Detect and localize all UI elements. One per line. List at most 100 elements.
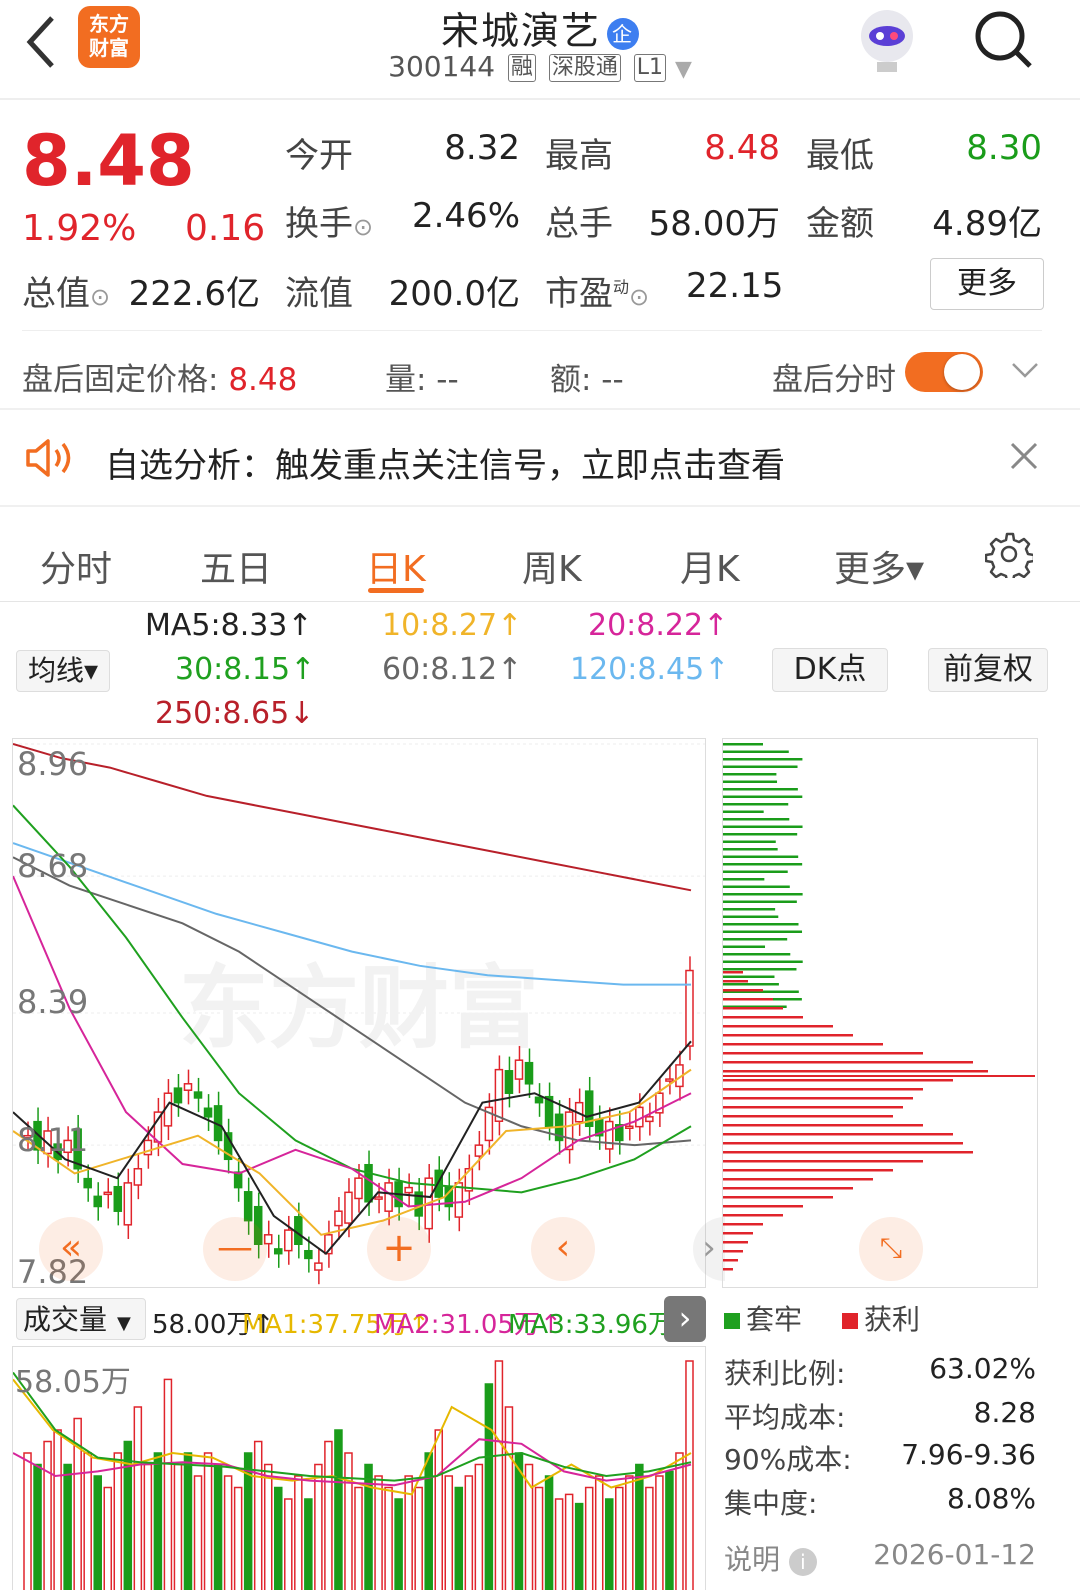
tab-monthly[interactable]: 月K <box>680 540 740 592</box>
chip-bar-profit <box>723 1034 853 1037</box>
volume-bar <box>414 1486 423 1590</box>
header-divider <box>0 98 1080 100</box>
price-axis-2: 8.39 <box>17 983 89 1021</box>
candle-body <box>103 1191 113 1196</box>
legend-trap: 套牢 <box>724 1298 802 1338</box>
dk-point-button[interactable]: DK点 <box>772 648 888 692</box>
candle-body <box>173 1087 183 1104</box>
volume-bar <box>635 1463 644 1590</box>
info-icon[interactable]: ⊙ <box>353 213 373 241</box>
note-label[interactable]: 说明 i <box>724 1538 817 1578</box>
concentration-label: 集中度: <box>724 1487 818 1520</box>
candle-body <box>364 1163 373 1203</box>
step-left-button[interactable]: ‹ <box>531 1217 595 1281</box>
open-value: 8.32 <box>444 128 520 168</box>
volume-bar <box>213 1463 223 1590</box>
chip-distribution-chart: ⤡ <box>722 738 1038 1288</box>
candle-body <box>514 1059 524 1080</box>
tab-more[interactable]: 更多▾ <box>834 540 924 592</box>
chip-bar-trap <box>723 780 778 783</box>
tab-daily[interactable]: 日K <box>366 540 426 592</box>
mktcap-value: 222.6亿 <box>128 274 260 314</box>
chip-bar-trap <box>723 975 775 978</box>
chip-bar-profit <box>723 1223 763 1226</box>
search-icon[interactable] <box>970 6 1036 72</box>
volume-bar <box>33 1463 42 1590</box>
volume-bar <box>394 1498 403 1590</box>
candle-body <box>294 1216 303 1245</box>
notice-text[interactable]: 自选分析：触发重点关注信号，立即点击查看 <box>105 438 785 487</box>
info-icon[interactable]: ⊙ <box>629 283 649 311</box>
chip-bar-trap <box>723 930 803 933</box>
candle-body <box>93 1195 102 1208</box>
expand-panel-button[interactable]: › <box>664 1296 706 1342</box>
change-amount: 0.16 <box>185 208 266 249</box>
robot-avatar-icon[interactable] <box>852 6 922 76</box>
volume-bar <box>43 1440 52 1590</box>
adjust-button[interactable]: 前复权 <box>928 648 1048 692</box>
zoom-in-button[interactable]: + <box>367 1217 431 1281</box>
chip-bar-trap <box>723 773 777 776</box>
divider <box>22 330 1042 331</box>
chip-bar-trap <box>723 750 789 753</box>
mktcap-label-text: 总值 <box>22 274 90 314</box>
note-label-text: 说明 <box>724 1543 781 1576</box>
price-axis-3: 8.11 <box>17 1121 89 1159</box>
volume-bar <box>163 1378 173 1590</box>
chip-bar-profit <box>723 1043 883 1046</box>
dropdown-icon[interactable]: ▼ <box>675 57 692 82</box>
kline-chart[interactable]: 东方财富 8.96 8.68 8.39 8.11 7.82 « — + ‹ › <box>12 738 725 1291</box>
tab-weekly[interactable]: 周K <box>522 540 582 592</box>
volume-bar <box>504 1406 514 1590</box>
chip-bar-trap <box>723 968 797 971</box>
afterhours-toggle[interactable] <box>905 352 983 392</box>
chip-bar-trap <box>723 743 763 746</box>
chip-bar-trap <box>723 840 776 843</box>
tab-5day[interactable]: 五日 <box>200 540 272 592</box>
chip-bar-trap <box>723 923 799 926</box>
volume-bar <box>374 1475 383 1590</box>
candle-body <box>344 1191 353 1224</box>
zoom-out-button[interactable]: — <box>203 1217 267 1281</box>
info-icon[interactable]: ⊙ <box>90 283 110 311</box>
rewind-button[interactable]: « <box>39 1217 103 1281</box>
ma-selector[interactable]: 均线▾ <box>16 650 110 692</box>
candle-body <box>354 1177 363 1200</box>
chip-bar-profit <box>723 1115 893 1118</box>
afterhours-price-label: 盘后固定价格: <box>22 362 229 398</box>
candle-body <box>534 1096 544 1104</box>
chip-bar-trap <box>723 908 776 911</box>
chip-bar-trap <box>723 938 788 941</box>
expand-button[interactable]: ⤡ <box>859 1217 923 1281</box>
chip-bar-trap <box>723 900 797 903</box>
avg-cost-value: 8.28 <box>973 1396 1036 1429</box>
candle-body <box>123 1182 133 1226</box>
volume-bar <box>584 1486 594 1590</box>
volume-bar <box>304 1498 313 1590</box>
low-label: 最低 <box>806 136 874 176</box>
volume-bar <box>534 1486 544 1590</box>
chevron-down-icon[interactable] <box>1010 358 1040 382</box>
candle-body <box>625 1125 634 1130</box>
chip-bar-profit <box>723 1061 973 1064</box>
gear-icon[interactable] <box>984 530 1036 584</box>
volume-chart[interactable]: 58.05万 <box>12 1346 706 1590</box>
more-button[interactable]: 更多 <box>930 258 1044 310</box>
candle-body <box>404 1186 413 1194</box>
volume-bar <box>203 1452 213 1590</box>
volume-bar <box>173 1463 183 1590</box>
volume-bar <box>655 1475 664 1590</box>
volume-bar <box>434 1429 444 1590</box>
volume-bar <box>645 1486 654 1590</box>
profit-ratio-value: 63.02% <box>929 1352 1036 1385</box>
chip-bar-profit <box>723 1241 748 1244</box>
tab-intraday[interactable]: 分时 <box>40 540 112 592</box>
ma10-value: 10:8.27↑ <box>382 608 523 643</box>
close-icon[interactable] <box>1008 440 1040 472</box>
volume-bar <box>494 1360 504 1590</box>
chip-bar-trap <box>723 810 764 813</box>
candle-body <box>83 1177 92 1189</box>
high-label: 最高 <box>545 136 613 176</box>
volume-selector-label: 成交量 <box>23 1303 108 1336</box>
volume-selector[interactable]: 成交量 ▼ <box>16 1298 146 1340</box>
